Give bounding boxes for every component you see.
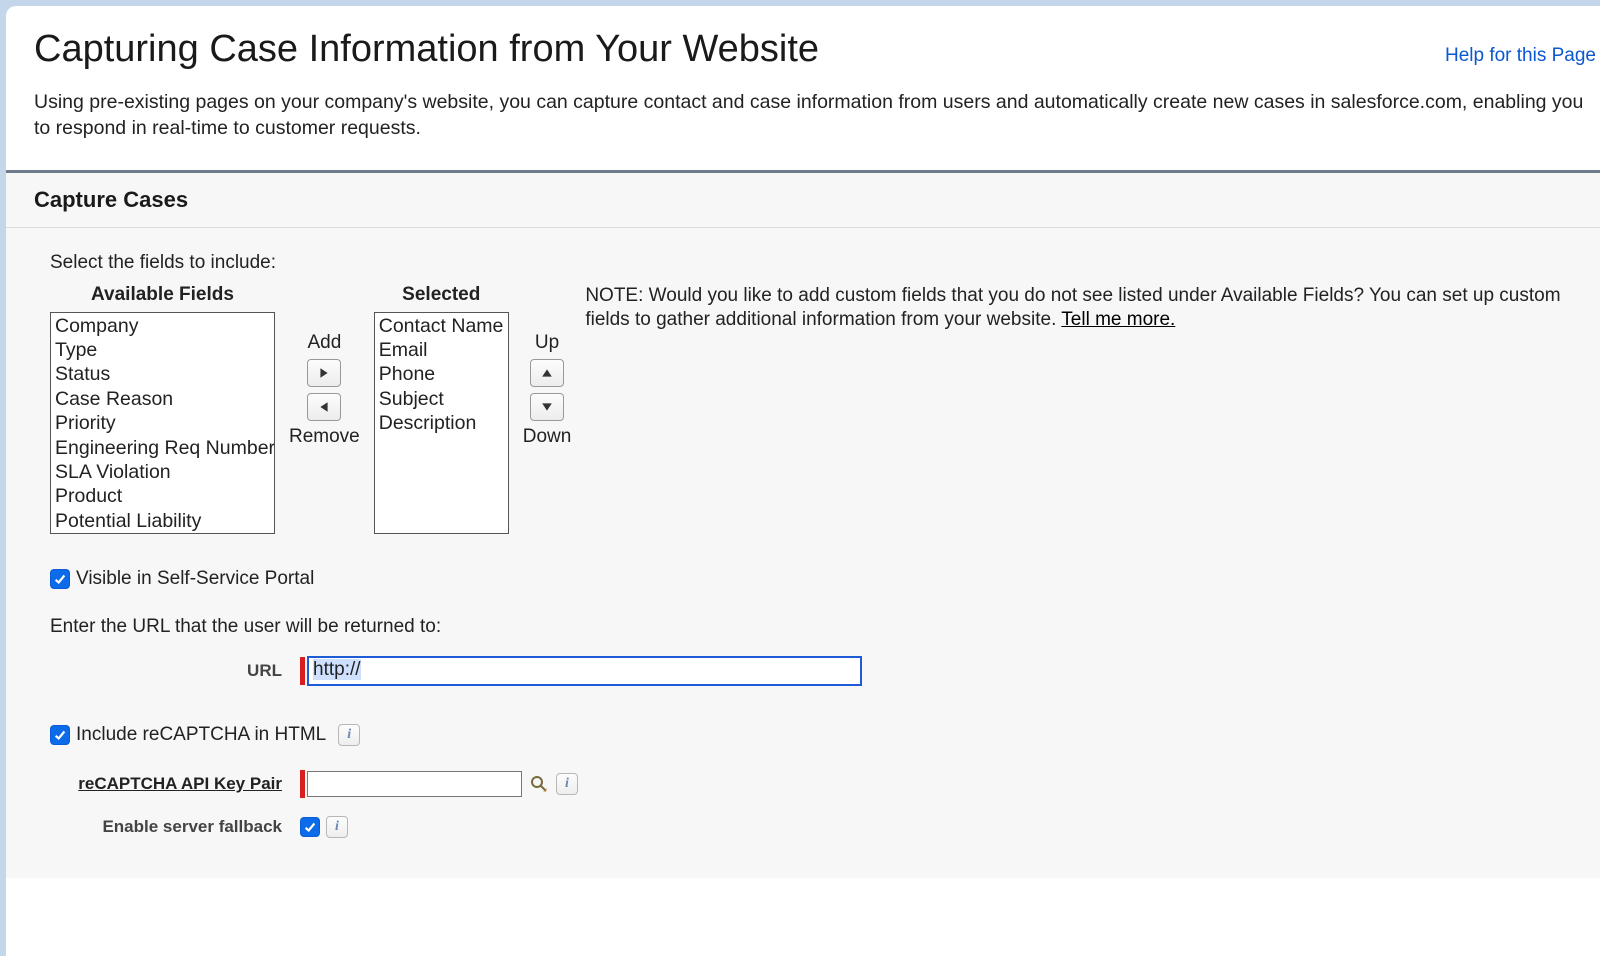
include-recaptcha-checkbox[interactable] [50, 725, 70, 745]
add-button[interactable] [307, 359, 341, 387]
section-title: Capture Cases [34, 187, 1600, 213]
triangle-right-icon [318, 367, 330, 379]
list-item[interactable]: Description [377, 411, 506, 435]
info-icon[interactable]: i [556, 773, 578, 795]
list-item[interactable]: Type [53, 338, 272, 362]
info-icon[interactable]: i [326, 816, 348, 838]
return-url-input[interactable]: http:// [307, 656, 862, 686]
list-item[interactable]: Phone [377, 362, 506, 386]
required-indicator [300, 657, 305, 685]
page-title: Capturing Case Information from Your Web… [34, 28, 1445, 71]
list-item[interactable]: Email [377, 338, 506, 362]
list-item[interactable]: Engineering Req Number [53, 436, 272, 460]
list-item[interactable]: SLA Violation [53, 460, 272, 484]
list-item[interactable]: Priority [53, 411, 272, 435]
recaptcha-key-pair-label[interactable]: reCAPTCHA API Key Pair [50, 774, 300, 794]
magnifier-arrow-icon [529, 774, 549, 794]
available-fields-label: Available Fields [50, 284, 275, 306]
remove-button[interactable] [307, 393, 341, 421]
list-item[interactable]: Status [53, 362, 272, 386]
list-item[interactable]: Product [53, 484, 272, 508]
list-item[interactable]: Subject [377, 387, 506, 411]
down-label: Down [523, 426, 572, 448]
server-fallback-checkbox[interactable] [300, 817, 320, 837]
capture-cases-section: Capture Cases Select the fields to inclu… [6, 170, 1600, 878]
select-fields-prompt: Select the fields to include: [50, 252, 1572, 274]
triangle-down-icon [541, 401, 553, 413]
server-fallback-label: Enable server fallback [50, 817, 300, 837]
custom-fields-note: NOTE: Would you like to add custom field… [585, 284, 1572, 333]
triangle-up-icon [541, 367, 553, 379]
list-item[interactable]: Contact Name [377, 314, 506, 338]
url-label: URL [50, 661, 300, 681]
check-icon [53, 572, 67, 586]
remove-label: Remove [289, 426, 360, 448]
list-item[interactable]: Case Reason [53, 387, 272, 411]
up-label: Up [535, 332, 559, 354]
move-up-button[interactable] [530, 359, 564, 387]
return-url-prompt: Enter the URL that the user will be retu… [50, 616, 1572, 638]
list-item[interactable]: Potential Liability [53, 509, 272, 533]
tell-me-more-link[interactable]: Tell me more. [1061, 309, 1175, 330]
visible-self-service-label: Visible in Self-Service Portal [76, 568, 314, 590]
check-icon [303, 820, 317, 834]
required-indicator [300, 770, 305, 798]
recaptcha-key-pair-input[interactable] [307, 771, 522, 797]
triangle-left-icon [318, 401, 330, 413]
add-label: Add [307, 332, 341, 354]
visible-self-service-checkbox[interactable] [50, 569, 70, 589]
page-intro-text: Using pre-existing pages on your company… [6, 71, 1600, 170]
available-fields-listbox[interactable]: CompanyTypeStatusCase ReasonPriorityEngi… [50, 312, 275, 534]
move-down-button[interactable] [530, 393, 564, 421]
selected-fields-label: Selected [374, 284, 509, 306]
check-icon [53, 728, 67, 742]
info-icon[interactable]: i [338, 724, 360, 746]
help-for-page-link[interactable]: Help for this Page [1445, 45, 1596, 67]
selected-fields-listbox[interactable]: Contact NameEmailPhoneSubjectDescription [374, 312, 509, 534]
list-item[interactable]: Company [53, 314, 272, 338]
include-recaptcha-label: Include reCAPTCHA in HTML [76, 724, 326, 746]
lookup-icon[interactable] [528, 773, 550, 795]
